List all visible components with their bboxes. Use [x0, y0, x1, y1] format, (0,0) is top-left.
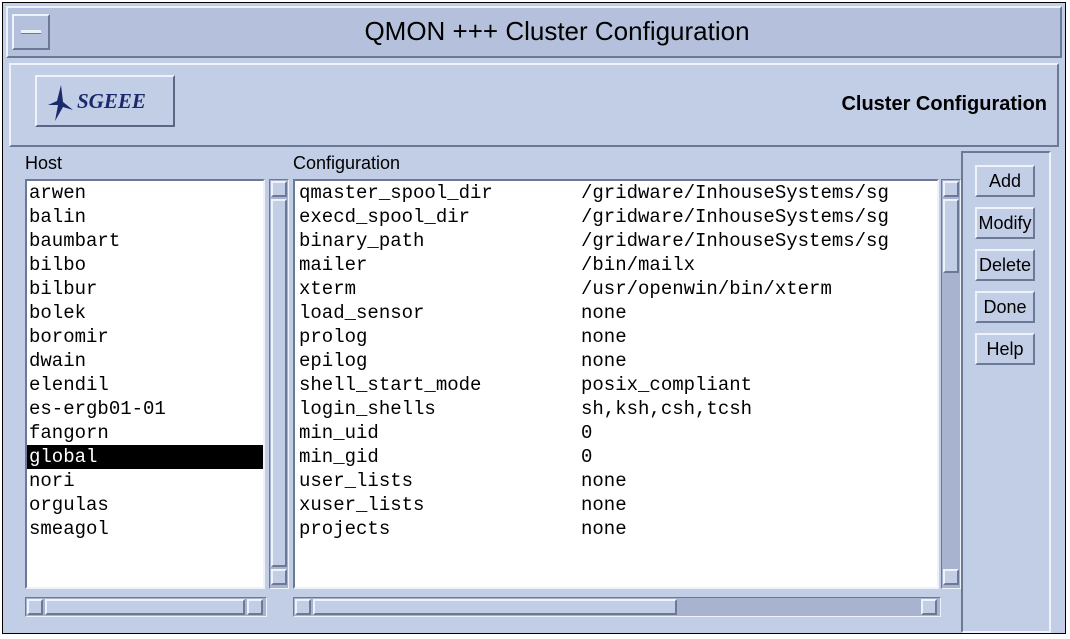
scroll-down-arrow-icon[interactable]: [943, 569, 959, 585]
config-value: /gridware/InhouseSystems/sg: [581, 206, 889, 228]
config-value: none: [581, 518, 627, 540]
configuration-vertical-scrollbar[interactable]: [941, 179, 961, 589]
scroll-up-arrow-icon[interactable]: [271, 181, 287, 197]
header-panel: SGEEE Cluster Configuration: [9, 63, 1059, 147]
scroll-right-arrow-icon[interactable]: [247, 599, 263, 615]
title-bar[interactable]: QMON +++ Cluster Configuration: [6, 6, 1062, 58]
host-list-item[interactable]: nori: [27, 469, 263, 493]
host-list-item[interactable]: baumbart: [27, 229, 263, 253]
configuration-row[interactable]: qmaster_spool_dir/gridware/InhouseSystem…: [295, 181, 937, 205]
configuration-label: Configuration: [293, 153, 401, 173]
config-value: sh,ksh,csh,tcsh: [581, 398, 753, 420]
configuration-list[interactable]: qmaster_spool_dir/gridware/InhouseSystem…: [293, 179, 939, 589]
add-button[interactable]: Add: [975, 165, 1035, 197]
host-list-item[interactable]: elendil: [27, 373, 263, 397]
configuration-row[interactable]: mailer/bin/mailx: [295, 253, 937, 277]
config-key: epilog: [299, 350, 368, 372]
configuration-row[interactable]: projects none: [295, 517, 937, 541]
configuration-row[interactable]: xuser_lists none: [295, 493, 937, 517]
host-list-item[interactable]: es-ergb01-01: [27, 397, 263, 421]
host-list-item[interactable]: smeagol: [27, 517, 263, 541]
action-button-group: Add Modify Delete Done Help: [961, 151, 1051, 633]
config-value: none: [581, 302, 627, 324]
host-list[interactable]: arwen balin baumbart bilbo bilbur bolek boromi…: [25, 179, 265, 589]
window-menu-icon: [21, 30, 41, 34]
done-button[interactable]: Done: [975, 291, 1035, 323]
configuration-row[interactable]: shell_start_mode posix_compliant: [295, 373, 937, 397]
configuration-row[interactable]: min_uid 0: [295, 421, 937, 445]
host-horizontal-scrollbar[interactable]: [25, 597, 267, 617]
configuration-row[interactable]: prolog none: [295, 325, 937, 349]
config-key: xuser_lists: [299, 494, 425, 516]
config-key: projects: [299, 518, 391, 540]
host-list-item[interactable]: arwen: [27, 181, 263, 205]
host-list-item[interactable]: bilbur: [27, 277, 263, 301]
configuration-row[interactable]: login_shells sh,ksh,csh,tcsh: [295, 397, 937, 421]
config-value: none: [581, 470, 627, 492]
configuration-row[interactable]: min_gid 0: [295, 445, 937, 469]
config-value: /usr/openwin/bin/xterm: [581, 278, 832, 300]
config-value: none: [581, 326, 627, 348]
host-hscroll-thumb[interactable]: [45, 599, 245, 615]
host-list-item[interactable]: balin: [27, 205, 263, 229]
config-key: load_sensor: [299, 302, 425, 324]
config-value: none: [581, 494, 627, 516]
header-title: Cluster Configuration: [841, 93, 1047, 115]
configuration-row[interactable]: xterm/usr/openwin/bin/xterm: [295, 277, 937, 301]
host-label: Host: [25, 153, 63, 173]
configuration-row[interactable]: load_sensor none: [295, 301, 937, 325]
host-scroll-thumb[interactable]: [271, 199, 287, 567]
help-button[interactable]: Help: [975, 333, 1035, 365]
scroll-left-arrow-icon[interactable]: [27, 599, 43, 615]
scroll-up-arrow-icon[interactable]: [943, 181, 959, 197]
configuration-scroll-thumb[interactable]: [943, 199, 959, 273]
config-value: 0: [581, 446, 593, 468]
config-key: mailer: [299, 254, 368, 276]
host-list-item[interactable]: bolek: [27, 301, 263, 325]
config-value: none: [581, 350, 627, 372]
scroll-right-arrow-icon[interactable]: [921, 599, 937, 615]
configuration-row[interactable]: execd_spool_dir/gridware/InhouseSystems/…: [295, 205, 937, 229]
config-value: /gridware/InhouseSystems/sg: [581, 230, 889, 252]
config-key: min_uid: [299, 422, 379, 444]
modify-button[interactable]: Modify: [975, 207, 1035, 239]
host-list-item[interactable]: boromir: [27, 325, 263, 349]
config-key: xterm: [299, 278, 357, 300]
config-key: min_gid: [299, 446, 379, 468]
sgeee-logo: SGEEE: [35, 75, 175, 127]
host-list-item[interactable]: orgulas: [27, 493, 263, 517]
configuration-row[interactable]: user_lists none: [295, 469, 937, 493]
window-title: QMON +++ Cluster Configuration: [364, 16, 750, 46]
scroll-down-arrow-icon[interactable]: [271, 569, 287, 585]
logo-text: SGEEE: [77, 89, 146, 113]
config-key: binary_path: [299, 230, 425, 252]
qmon-window: QMON +++ Cluster Configuration SGEEE Clu…: [2, 2, 1066, 634]
configuration-hscroll-thumb[interactable]: [313, 599, 677, 615]
config-key: shell_start_mode: [299, 374, 482, 396]
config-key: user_lists: [299, 470, 414, 492]
scroll-left-arrow-icon[interactable]: [295, 599, 311, 615]
config-key: execd_spool_dir: [299, 206, 471, 228]
configuration-horizontal-scrollbar[interactable]: [293, 597, 941, 617]
host-vertical-scrollbar[interactable]: [269, 179, 289, 589]
host-list-item[interactable]: dwain: [27, 349, 263, 373]
config-value: posix_compliant: [581, 374, 753, 396]
host-list-item[interactable]: bilbo: [27, 253, 263, 277]
bird-icon: [48, 85, 73, 121]
window-menu-button[interactable]: [12, 14, 50, 50]
host-list-item[interactable]: global: [27, 445, 263, 469]
configuration-row[interactable]: epilog none: [295, 349, 937, 373]
config-value: 0: [581, 422, 593, 444]
config-key: qmaster_spool_dir: [299, 182, 493, 204]
config-value: /bin/mailx: [581, 254, 696, 276]
config-key: login_shells: [299, 398, 436, 420]
delete-button[interactable]: Delete: [975, 249, 1035, 281]
config-key: prolog: [299, 326, 368, 348]
config-value: /gridware/InhouseSystems/sg: [581, 182, 889, 204]
host-list-item[interactable]: fangorn: [27, 421, 263, 445]
configuration-row[interactable]: binary_path/gridware/InhouseSystems/sg: [295, 229, 937, 253]
